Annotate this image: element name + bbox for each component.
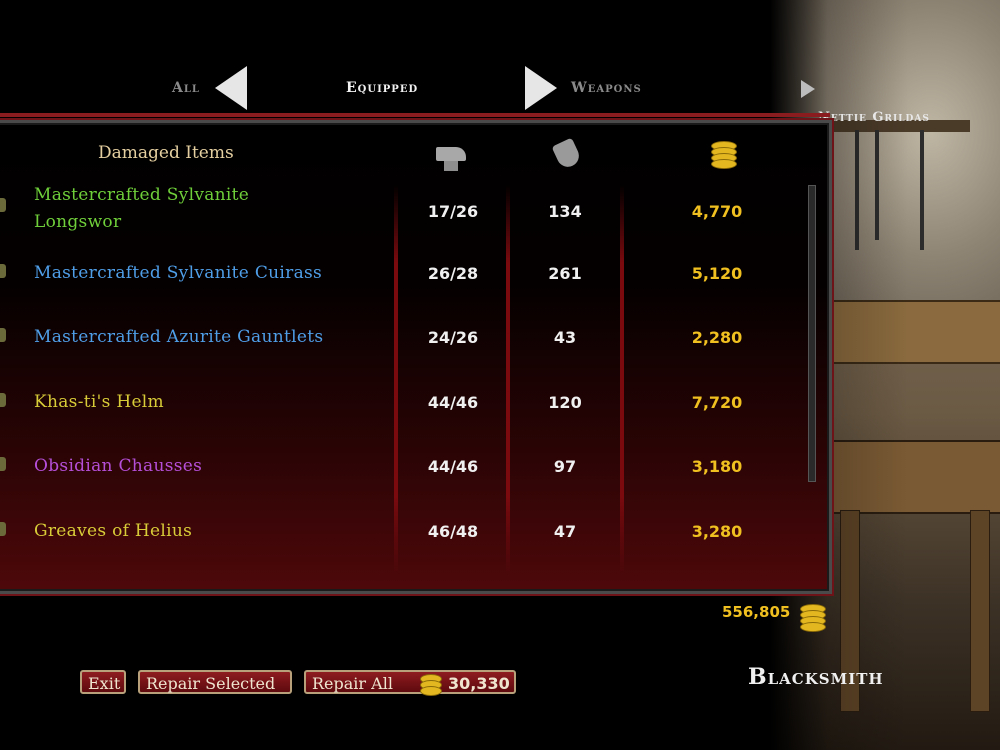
item-name: Mastercrafted Azurite Gauntlets <box>34 327 324 347</box>
repair-all-cost: 30,330 <box>448 674 510 693</box>
next-tab-arrow-icon[interactable] <box>525 66 557 110</box>
scrollbar[interactable] <box>808 185 816 482</box>
item-name: Greaves of Helius <box>34 521 193 541</box>
repair-selected-button[interactable]: Repair Selected <box>138 670 292 694</box>
merchant-name: Nettie Grildas <box>818 110 930 125</box>
item-row[interactable]: Mastercrafted Sylvanite Cuirass 26/28 261 5… <box>0 260 820 320</box>
damaged-items-header: Damaged Items <box>98 143 234 163</box>
repair-all-button[interactable]: Repair All 30,330 <box>304 670 516 696</box>
item-armor: 261 <box>548 264 582 283</box>
tab-equipped: Equipped <box>346 80 419 96</box>
item-durability: 17/26 <box>427 202 479 221</box>
tab-weapons[interactable]: Weapons <box>571 80 642 96</box>
item-row[interactable]: Mastercrafted Sylvanite Longswor 17/26 134… <box>0 182 820 242</box>
merchant-next-arrow-icon[interactable] <box>801 80 815 98</box>
item-repair-cost: 4,770 <box>691 202 743 221</box>
item-icon <box>0 457 6 471</box>
item-armor: 134 <box>548 202 582 221</box>
item-icon <box>0 522 6 536</box>
item-durability: 24/26 <box>427 328 479 347</box>
item-repair-cost: 5,120 <box>691 264 743 283</box>
item-armor: 120 <box>548 393 582 412</box>
panel-top-divider <box>0 113 830 117</box>
gold-coins-icon <box>800 604 826 632</box>
gold-coins-icon <box>420 674 442 696</box>
item-name: Mastercrafted Sylvanite Longswor <box>34 185 250 232</box>
item-name: Mastercrafted Sylvanite Cuirass <box>34 263 323 283</box>
player-gold-total: 556,805 <box>722 603 791 621</box>
item-armor: 97 <box>553 457 577 476</box>
exit-button[interactable]: Exit <box>80 670 126 694</box>
item-repair-cost: 2,280 <box>691 328 743 347</box>
item-icon <box>0 328 6 342</box>
anvil-icon <box>434 138 468 171</box>
item-row[interactable]: Greaves of Helius 46/48 47 3,280 <box>0 518 820 578</box>
item-icon <box>0 198 6 212</box>
item-durability: 44/46 <box>427 457 479 476</box>
item-repair-cost: 7,720 <box>691 393 743 412</box>
item-repair-cost: 3,280 <box>691 522 743 541</box>
gold-coins-icon <box>706 138 740 170</box>
item-durability: 26/28 <box>427 264 479 283</box>
item-icon <box>0 393 6 407</box>
item-repair-cost: 3,180 <box>691 457 743 476</box>
item-row[interactable]: Mastercrafted Azurite Gauntlets 24/26 43 2,… <box>0 324 820 384</box>
item-armor: 43 <box>553 328 577 347</box>
armor-icon <box>550 137 584 171</box>
vendor-type-title: Blacksmith <box>748 664 884 690</box>
previous-tab-arrow-icon[interactable] <box>215 66 247 110</box>
tab-all[interactable]: All <box>172 80 200 96</box>
item-durability: 46/48 <box>427 522 479 541</box>
item-row[interactable]: Obsidian Chausses 44/46 97 3,180 <box>0 453 820 513</box>
item-durability: 44/46 <box>427 393 479 412</box>
repair-all-label: Repair All <box>312 674 393 693</box>
item-name: Obsidian Chausses <box>34 456 203 476</box>
item-name: Khas-ti's Helm <box>34 392 164 412</box>
item-armor: 47 <box>553 522 577 541</box>
item-row[interactable]: Khas-ti's Helm 44/46 120 7,720 <box>0 389 820 449</box>
item-icon <box>0 264 6 278</box>
